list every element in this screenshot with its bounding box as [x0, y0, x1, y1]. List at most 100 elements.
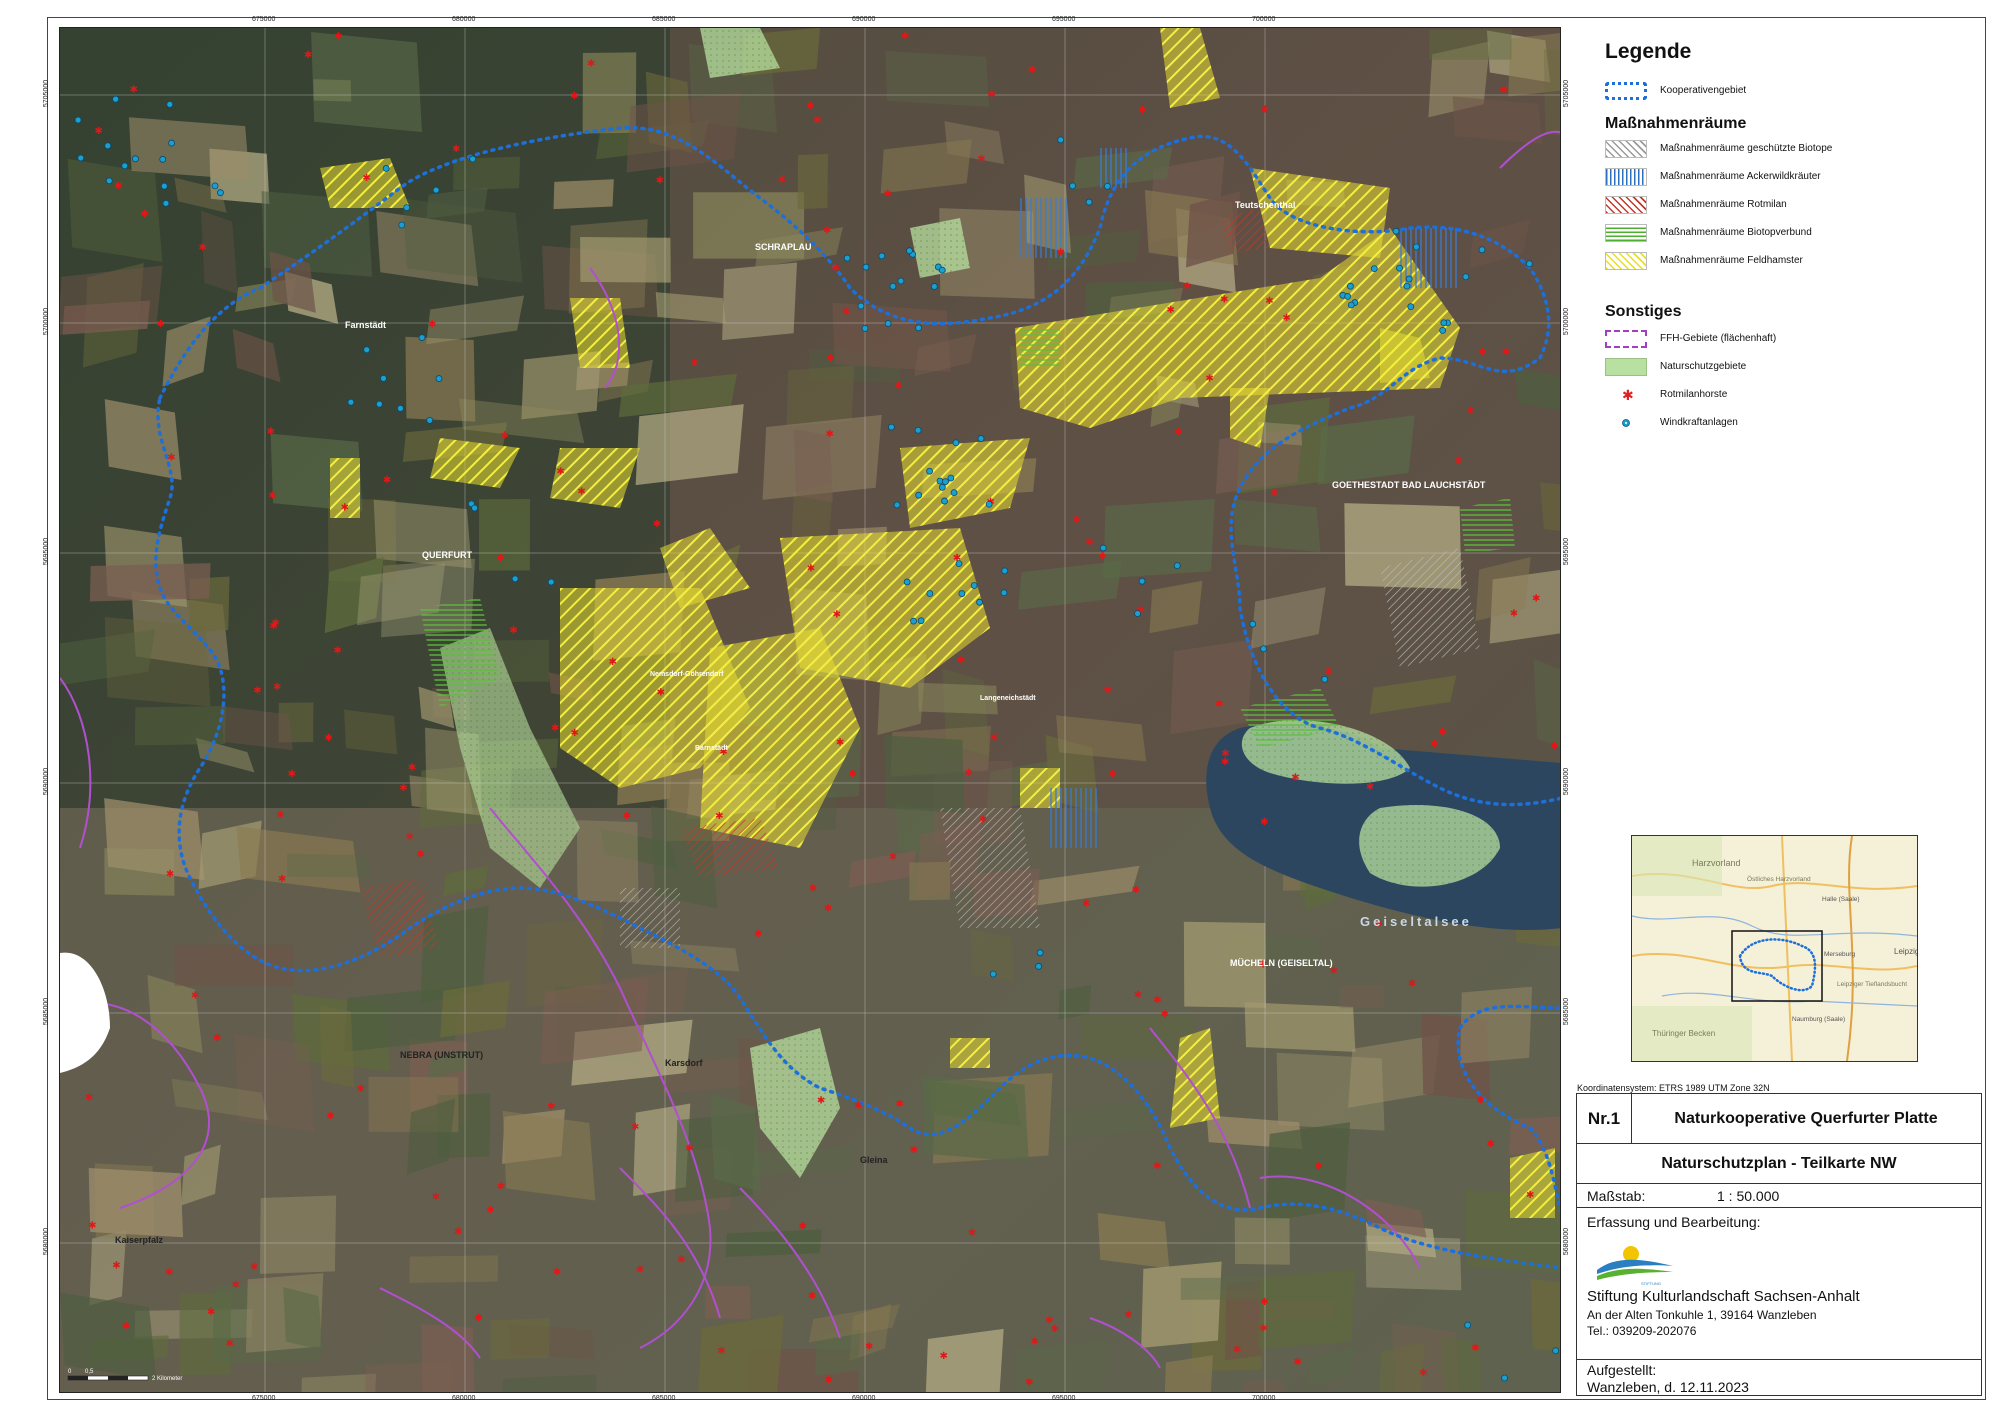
field-parcel	[786, 365, 855, 427]
field-parcel	[1276, 1052, 1385, 1131]
rotmilan-nest-icon: ✱	[417, 849, 425, 860]
windkraft-anlage-icon	[1464, 1321, 1472, 1329]
rotmilan-nest-icon: ✱	[1260, 104, 1268, 115]
rotmilan-nest-icon: ✱	[405, 832, 413, 843]
rotmilan-nest-icon: ✱	[341, 503, 349, 514]
rotmilan-nest-icon: ✱	[1028, 65, 1036, 76]
grid-coordinate-label: 690000	[852, 16, 876, 23]
legend-row: Maßnahmenräume Rotmilan	[1605, 196, 1945, 216]
rotmilan-nest-icon: ✱	[1108, 769, 1116, 780]
rotmilan-nest-icon: ✱	[288, 769, 296, 780]
windkraft-anlage-icon	[1412, 243, 1420, 251]
project-title: Naturkooperative Querfurter Platte	[1674, 1110, 1938, 1127]
legend-row: Maßnahmenräume Biotopverbund	[1605, 224, 1945, 244]
rotmilan-nest-icon: ✱	[156, 319, 164, 330]
rotmilan-nest-icon: ✱	[685, 1144, 693, 1155]
field-parcel	[234, 1033, 315, 1133]
windkraft-anlage-icon	[104, 142, 112, 150]
rotmilan-nest-icon: ✱	[1526, 1190, 1534, 1201]
field-parcel	[1460, 986, 1533, 1064]
windkraft-anlage-icon	[936, 477, 944, 485]
windkraft-anlage-icon	[952, 439, 960, 447]
rotmilan-nest-icon: ✱	[825, 429, 833, 440]
windkraft-anlage-icon	[1249, 620, 1257, 628]
grid-coordinate-label: 5705000	[1563, 79, 1571, 108]
field-parcel	[635, 404, 744, 486]
legend-label: Maßnahmenräume Feldhamster	[1660, 255, 1803, 266]
windkraft-anlage-icon	[1057, 136, 1065, 144]
rotmilan-nest-icon: ✱	[1471, 1343, 1479, 1354]
rotmilan-nest-icon: ✱	[842, 307, 850, 318]
rotmilan-nest-icon: ✱	[114, 181, 122, 192]
rotmilan-nest-icon: ✱	[778, 175, 786, 186]
windkraft-anlage-icon	[105, 177, 113, 185]
rotmilan-nest-icon: ✱	[571, 728, 579, 739]
rotmilan-nest-icon: ✱	[165, 1267, 173, 1278]
legend-swatch	[1605, 252, 1647, 270]
rotmilan-nest-icon: ✱	[268, 490, 276, 501]
svg-text:STIFTUNG: STIFTUNG	[1641, 1281, 1661, 1286]
map-canvas[interactable]: ✱ ✱ ✱ ✱ ✱ ✱ ✱ ✱ ✱ ✱ ✱ ✱ ✱ ✱ ✱ ✱ ✱ ✱ ✱ ✱ ✱ ✱ ✱ ✱ ✱ ✱ ✱ ✱ ✱ ✱ ✱ ✱ ✱ ✱ ✱ ✱ ✱ ✱ ✱ ✱…	[59, 27, 1561, 1393]
legend-row: Naturschutzgebiete	[1605, 358, 1945, 378]
overview-label-merseburg: Merseburg	[1824, 951, 1855, 958]
field-parcel	[60, 265, 163, 335]
field-parcel	[1058, 985, 1092, 1020]
windkraft-anlage-icon	[217, 189, 224, 197]
windkraft-anlage-icon	[903, 578, 911, 586]
rotmilan-nest-icon: ✱	[547, 1101, 555, 1112]
rotmilan-nest-icon: ✱	[717, 1346, 725, 1357]
organisation-address: An der Alten Tonkuhle 1, 39164 Wanzleben	[1587, 1308, 1817, 1322]
field-parcel	[1234, 1217, 1290, 1265]
field-parcel	[1141, 1261, 1222, 1348]
rotmilan-nest-icon: ✱	[232, 1280, 240, 1291]
field-parcel	[1242, 1380, 1284, 1392]
grid-coordinate-label: 680000	[452, 16, 476, 23]
field-parcel	[1244, 1002, 1356, 1052]
overview-label-leipzig: Leipzig	[1894, 947, 1917, 956]
rotmilan-nest-icon: ✱	[715, 811, 723, 822]
rotmilan-nest-icon: ✱	[553, 1267, 561, 1278]
legend-title: Legende	[1605, 40, 1692, 63]
rotmilan-nest-icon: ✱	[1265, 296, 1273, 307]
windkraft-anlage-icon	[1501, 1374, 1508, 1382]
grid-coordinate-label: 5680000	[1563, 1227, 1571, 1256]
rotmilan-nest-icon: ✱	[207, 1307, 215, 1318]
rotmilan-nest-icon: ✱	[1314, 1162, 1322, 1173]
field-parcel	[722, 262, 798, 341]
rotmilan-nest-icon: ✱	[1550, 741, 1558, 752]
windkraft-anlage-icon	[955, 560, 963, 567]
rotmilan-nest-icon: ✱	[213, 1033, 221, 1044]
rotmilan-nest-icon: ✱	[1221, 757, 1229, 768]
field-parcel	[365, 1361, 454, 1392]
rotmilan-nest-icon: ✱	[1124, 1310, 1132, 1321]
field-parcel	[580, 237, 671, 283]
label-querfurt: QUERFURT	[422, 550, 472, 560]
rotmilan-nest-icon: ✱	[474, 1313, 482, 1324]
rotmilan-nest-icon: ✱	[199, 242, 207, 253]
rotmilan-nest-icon: ✱	[304, 50, 312, 61]
overview-label-leipziger-tieflandsbucht: Leipziger Tieflandsbucht	[1837, 981, 1907, 988]
rotmilan-nest-icon: ✱	[1259, 1323, 1267, 1334]
rotmilan-nest-icon: ✱	[1031, 1336, 1039, 1347]
rotmilan-nest-icon: ✱	[357, 1084, 365, 1095]
legend-row: FFH-Gebiete (flächenhaft)	[1605, 330, 1945, 350]
rotmilan-nest-icon: ✱	[824, 1375, 832, 1386]
rotmilan-nest-icon: ✱	[1260, 817, 1268, 828]
rotmilan-nest-icon: ✱	[1260, 1297, 1268, 1308]
overview-label-halle: Halle (Saale)	[1822, 896, 1860, 903]
rotmilan-nest-icon: ✱	[849, 769, 857, 780]
field-parcel	[283, 1287, 323, 1351]
rotmilan-nest-icon: ✱	[1408, 978, 1416, 989]
legend-row: Maßnahmenräume Feldhamster	[1605, 252, 1945, 272]
rotmilan-nest-icon: ✱	[799, 1221, 807, 1232]
overview-label-harzvorland: Harzvorland	[1692, 858, 1741, 868]
legend-label: Rotmilanhorste	[1660, 389, 1728, 400]
rotmilan-nest-icon: ✱	[1430, 739, 1438, 750]
windkraft-anlage-icon	[926, 590, 934, 597]
rotmilan-nest-icon: ✱	[112, 1260, 120, 1271]
rotmilan-nest-icon: ✱	[968, 1228, 976, 1239]
label-gleina: Gleina	[860, 1155, 889, 1165]
rotmilan-nest-icon: ✱	[1499, 85, 1507, 96]
grid-coordinate-label: 685000	[652, 1395, 676, 1402]
legend-swatch	[1605, 196, 1647, 214]
